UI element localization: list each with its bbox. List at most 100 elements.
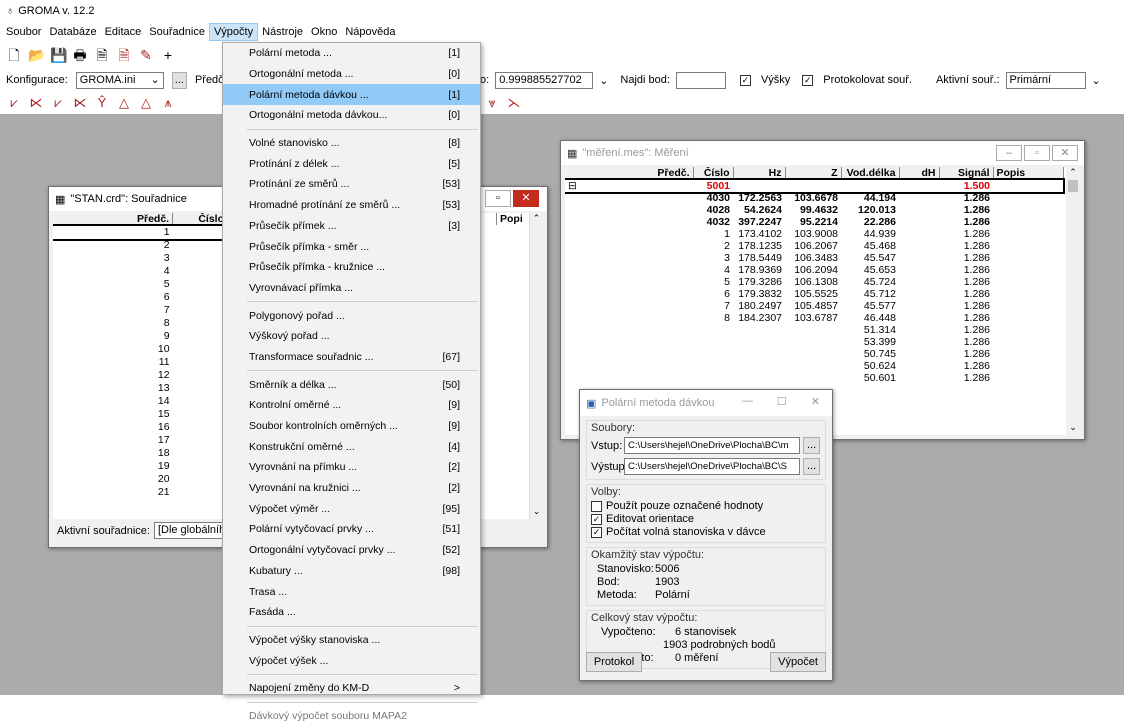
pencil-icon[interactable]: ✎: [138, 47, 154, 63]
menu-item[interactable]: Výpočet výšky stanoviska ...: [223, 630, 480, 651]
protokol-checkbox[interactable]: ✓: [802, 74, 814, 86]
table-row[interactable]: 19: [53, 460, 228, 473]
scroll-thumb[interactable]: [1068, 180, 1078, 192]
table-row[interactable]: 4 178.9369 106.2094 45.653 1.286: [565, 264, 1063, 276]
chevron-down-icon[interactable]: ⌄: [530, 506, 543, 517]
table-row[interactable]: 5 179.3286 106.1308 45.724 1.286: [565, 276, 1063, 288]
table-row[interactable]: 21: [53, 486, 228, 499]
col-header[interactable]: Vod.délka: [841, 167, 900, 180]
menu-item[interactable]: Ortogonální vytyčovací prvky ... [52]: [223, 540, 480, 561]
col-header-cislo[interactable]: Číslo: [172, 213, 228, 226]
compute-button[interactable]: Výpočet: [770, 652, 826, 672]
close-icon[interactable]: ✕: [811, 395, 820, 408]
polar-batch-icon[interactable]: ⩗: [50, 95, 66, 111]
maximize-icon[interactable]: ☐: [777, 395, 787, 408]
menu-item[interactable]: Kubatury ... [98]: [223, 561, 480, 582]
edit-orientation-checkbox[interactable]: ✓: [591, 513, 602, 525]
save-icon[interactable]: 💾: [50, 47, 67, 63]
menu-item[interactable]: Výškový pořad ...: [223, 326, 480, 347]
table-row[interactable]: 50.601 1.286: [565, 372, 1063, 384]
menu-7[interactable]: Nápověda: [341, 24, 399, 40]
close-icon[interactable]: ✕: [513, 190, 539, 207]
table-row[interactable]: 50.624 1.286: [565, 360, 1063, 372]
table-row[interactable]: 53.399 1.286: [565, 336, 1063, 348]
output-browse-button[interactable]: ...: [803, 458, 821, 475]
col-header[interactable]: Předč.: [565, 167, 694, 180]
scale-select[interactable]: 0.999885527702: [495, 71, 594, 89]
table-row[interactable]: 6: [53, 291, 228, 304]
table-row[interactable]: 4: [53, 265, 228, 278]
config-select[interactable]: GROMA.ini ⌄: [75, 71, 164, 89]
orthogonal-batch-icon[interactable]: ⋉: [72, 95, 88, 111]
menu-5[interactable]: Nástroje: [258, 24, 307, 40]
col-header[interactable]: dH: [899, 167, 940, 180]
menu-item[interactable]: Trasa ...: [223, 581, 480, 602]
table-row[interactable]: 7 180.2497 105.4857 45.577 1.286: [565, 300, 1063, 312]
menu-item[interactable]: Dávkový výpočet souboru MAPA2: [223, 706, 480, 726]
menu-item[interactable]: Polární vytyčovací prvky ... [51]: [223, 519, 480, 540]
table-row[interactable]: 12: [53, 369, 228, 382]
config-browse-button[interactable]: ...: [171, 71, 187, 89]
protocol-button[interactable]: Protokol: [586, 652, 642, 672]
table-row[interactable]: 16: [53, 421, 228, 434]
menu-item[interactable]: Výpočet výšek ...: [223, 650, 480, 671]
menu-item[interactable]: Protínání z délek ... [5]: [223, 153, 480, 174]
menu-item[interactable]: Ortogonální metoda ... [0]: [223, 64, 480, 85]
add-icon[interactable]: +: [160, 47, 176, 63]
table-row[interactable]: 15: [53, 408, 228, 421]
menu-item[interactable]: Polární metoda ... [1]: [223, 43, 480, 64]
only-marked-checkbox[interactable]: [591, 500, 602, 512]
station-row[interactable]: ⊟ 5001 1.500: [565, 177, 1065, 194]
output-path-field[interactable]: C:\Users\hejel\OneDrive\Plocha\BC\S: [624, 458, 800, 475]
table-row[interactable]: 14: [53, 395, 228, 408]
menu-item[interactable]: Vyrovnávací přímka ...: [223, 278, 480, 299]
document-icon[interactable]: 🗎: [94, 47, 110, 63]
intersection-distance-icon[interactable]: △: [116, 95, 132, 111]
bulk-intersection-icon[interactable]: ⩚: [160, 95, 176, 111]
mereni-scrollbar[interactable]: ⌃ ⌄: [1066, 167, 1080, 435]
close-icon[interactable]: ✕: [1052, 145, 1078, 161]
menu-item[interactable]: Polární metoda dávkou ... [1]: [223, 84, 480, 106]
minimize-icon[interactable]: —: [742, 395, 753, 408]
input-path-field[interactable]: C:\Users\hejel\OneDrive\Plocha\BC\m: [624, 437, 800, 454]
table-row[interactable]: 17: [53, 434, 228, 447]
table-row[interactable]: 18: [53, 447, 228, 460]
minimize-icon[interactable]: –: [996, 145, 1022, 161]
menu-item[interactable]: Soubor kontrolních oměrných ... [9]: [223, 416, 480, 437]
menu-item[interactable]: Směrník a délka ... [50]: [223, 374, 480, 395]
maximize-icon[interactable]: ▫: [485, 190, 511, 207]
menu-item[interactable]: Fasáda ...: [223, 602, 480, 623]
table-row[interactable]: 3: [53, 252, 228, 265]
dialog-titlebar[interactable]: ▣ Polární metoda dávkou — ☐ ✕: [580, 390, 832, 416]
chevron-up-icon[interactable]: ⌃: [530, 213, 543, 224]
polar-method-icon[interactable]: ⩗: [6, 95, 22, 111]
menu-1[interactable]: Databáze: [45, 24, 100, 40]
table-row[interactable]: 11: [53, 356, 228, 369]
orthogonal-method-icon[interactable]: ⋉: [28, 95, 44, 111]
col-header[interactable]: Popis: [993, 167, 1064, 180]
table-row[interactable]: 20: [53, 473, 228, 486]
new-file-icon[interactable]: 🗋: [6, 47, 22, 63]
table-row[interactable]: 4030 172.2563 103.6678 44.194 1.286: [565, 192, 1063, 204]
menu-2[interactable]: Editace: [101, 24, 146, 40]
col-header-popis[interactable]: Popi: [497, 213, 529, 225]
table-row[interactable]: 5: [53, 278, 228, 291]
menu-item[interactable]: Ortogonální metoda dávkou... [0]: [223, 105, 480, 126]
open-folder-icon[interactable]: 📂: [28, 47, 45, 63]
menu-0[interactable]: Soubor: [2, 24, 45, 40]
maximize-icon[interactable]: ▫: [1024, 145, 1050, 161]
table-row[interactable]: 4032 397.2247 95.2214 22.286 1.286: [565, 216, 1063, 228]
menu-3[interactable]: Souřadnice: [145, 24, 209, 40]
mereni-titlebar[interactable]: ▦ "měření.mes": Měření – ▫ ✕: [561, 141, 1084, 165]
menu-item[interactable]: Transformace souřadnic ... [67]: [223, 347, 480, 368]
chevron-up-icon[interactable]: ⌃: [1066, 167, 1080, 178]
table-row[interactable]: 7: [53, 304, 228, 317]
table-row[interactable]: 10: [53, 343, 228, 356]
menu-item[interactable]: Hromadné protínání ze směrů ... [53]: [223, 195, 480, 216]
menu-item[interactable]: Průsečík přímek ... [3]: [223, 216, 480, 237]
table-row[interactable]: 4028 54.2624 99.4632 120.013 1.286: [565, 204, 1063, 216]
menu-item[interactable]: Konstrukční oměrné ... [4]: [223, 436, 480, 457]
menu-item[interactable]: Napojení změny do KM-D >: [223, 678, 480, 699]
menu-item[interactable]: Kontrolní oměrné ... [9]: [223, 395, 480, 416]
edit-document-icon[interactable]: 🗎: [116, 47, 132, 63]
